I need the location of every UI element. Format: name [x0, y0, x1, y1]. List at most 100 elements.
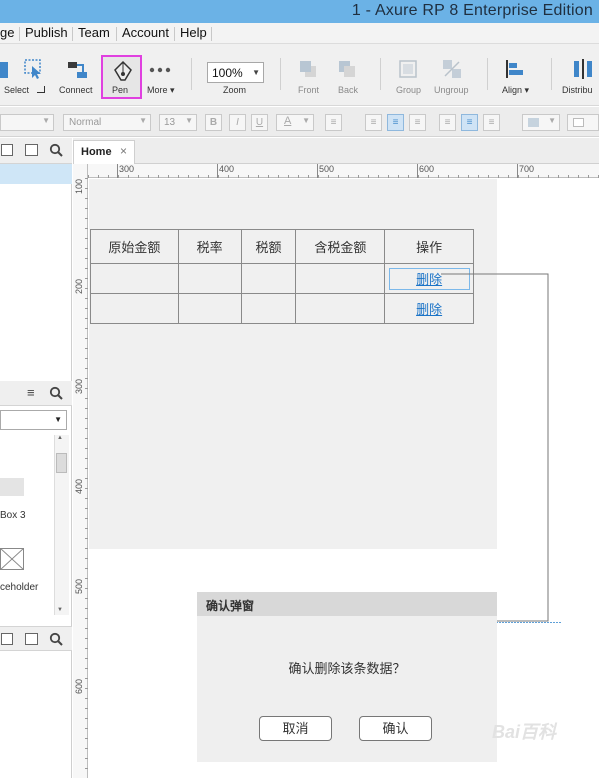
pen-button[interactable]: Pen	[101, 55, 142, 99]
font-family-select[interactable]: ▼	[0, 114, 54, 131]
front-button[interactable]	[297, 58, 319, 83]
font-size-value: 13	[164, 117, 176, 128]
font-color-icon: A	[284, 115, 292, 127]
search-icon[interactable]	[49, 143, 63, 157]
bullet-list-button[interactable]: ≡	[325, 114, 342, 131]
format-bar: ▼ Normal ▼ 13 ▼ B I U A ▼ ≡ ≡ ≡ ≡ ≡ ≡ ≡ …	[0, 107, 599, 137]
table-cell	[240, 263, 297, 294]
ruler-left-label: 600	[74, 678, 84, 694]
tab-home[interactable]: Home ×	[73, 140, 135, 164]
valign-middle-button[interactable]: ≡	[461, 114, 478, 131]
menu-team[interactable]: Team	[78, 25, 110, 40]
underline-button[interactable]: U	[251, 114, 268, 131]
table-cell	[177, 263, 242, 294]
confirm-button[interactable]: 确认	[359, 716, 432, 741]
left-panel: ≡ ▼ ▲ ▼ Box 3 ceholder	[0, 138, 72, 778]
library-widget-box[interactable]	[0, 478, 24, 496]
align-text-left-button[interactable]: ≡	[365, 114, 382, 131]
menu-bar: ge Publish Team Account Help	[0, 23, 599, 44]
ruler-top-ticks	[88, 175, 599, 178]
connect-icon	[68, 62, 87, 78]
add-folder-icon[interactable]	[25, 633, 38, 645]
menu-publish[interactable]: Publish	[25, 25, 68, 40]
search-icon[interactable]	[49, 632, 63, 646]
font-size-select[interactable]: 13 ▼	[159, 114, 197, 131]
more-label: More ▾	[147, 85, 175, 95]
zoom-select[interactable]: 100% ▼	[207, 62, 264, 83]
library-select[interactable]: ▼	[0, 410, 67, 430]
back-button[interactable]	[336, 58, 358, 83]
menu-separator	[116, 27, 117, 41]
ruler-major-tick	[317, 164, 318, 178]
fill-color-select[interactable]: ▼	[522, 114, 560, 131]
table-cell	[177, 293, 242, 324]
toolbar-separator	[487, 58, 488, 90]
style-select[interactable]: Normal ▼	[63, 114, 151, 131]
toolbar-separator	[380, 58, 381, 90]
font-color-select[interactable]: A ▼	[276, 114, 314, 131]
fill-color-swatch	[528, 118, 539, 127]
align-left-icon	[506, 60, 523, 78]
select-dropdown-icon[interactable]	[37, 86, 45, 93]
align-text-center-button[interactable]: ≡	[387, 114, 404, 131]
page-item-selected[interactable]	[0, 164, 72, 184]
menu-icon[interactable]: ≡	[27, 386, 35, 399]
ruler-major-tick	[517, 164, 518, 178]
italic-button[interactable]: I	[229, 114, 246, 131]
dialog-header: 确认弹窗	[197, 592, 497, 616]
add-folder-icon[interactable]	[25, 144, 38, 156]
add-page-icon[interactable]	[1, 144, 13, 156]
library-scrollbar[interactable]: ▲ ▼	[54, 435, 69, 615]
data-table[interactable]: 原始金额 税率 税额 含税金额 操作 删除 删除	[90, 229, 474, 324]
menu-separator	[19, 27, 20, 41]
confirm-dialog[interactable]: 确认弹窗 确认删除该条数据？ 取消 确认	[197, 592, 497, 762]
add-master-icon[interactable]	[1, 633, 13, 645]
scrollbar-thumb[interactable]	[56, 453, 67, 473]
ruler-major-tick	[417, 164, 418, 178]
select-icon	[24, 59, 41, 79]
scroll-down-icon[interactable]: ▼	[57, 607, 63, 613]
distribute-label: Distribu	[562, 85, 593, 95]
chevron-down-icon: ▼	[42, 116, 50, 125]
close-icon[interactable]: ×	[120, 144, 127, 158]
search-icon[interactable]	[49, 386, 63, 400]
group-button[interactable]	[397, 58, 419, 83]
toolbar-separator	[280, 58, 281, 90]
menu-account[interactable]: Account	[122, 25, 169, 40]
dialog-message: 确认删除该条数据？	[288, 661, 406, 676]
ruler-major-tick	[117, 164, 118, 178]
cancel-button[interactable]: 取消	[259, 716, 332, 741]
table-cell	[90, 263, 179, 294]
bold-button[interactable]: B	[205, 114, 222, 131]
image-placeholder-icon[interactable]	[0, 548, 24, 570]
more-button[interactable]	[149, 64, 171, 78]
ungroup-button[interactable]	[441, 58, 463, 83]
pages-panel-header	[0, 138, 72, 164]
library-item-placeholder[interactable]: ceholder	[0, 582, 38, 593]
align-text-right-button[interactable]: ≡	[409, 114, 426, 131]
chevron-down-icon: ▼	[548, 116, 556, 125]
connect-button[interactable]	[66, 58, 88, 83]
valign-bottom-button[interactable]: ≡	[483, 114, 500, 131]
select-button[interactable]	[22, 58, 44, 83]
shadow-select[interactable]	[567, 114, 599, 131]
distribute-button[interactable]	[572, 58, 599, 83]
menu-separator	[211, 27, 212, 41]
menu-help[interactable]: Help	[180, 25, 207, 40]
table-cell	[240, 293, 297, 324]
menu-page[interactable]: ge	[0, 25, 14, 40]
interaction-connector[interactable]	[439, 269, 564, 629]
connect-label: Connect	[59, 85, 93, 95]
ruler-top-label: 600	[419, 164, 435, 174]
ruler-top-label: 300	[119, 164, 135, 174]
distribute-icon	[574, 59, 592, 79]
library-item-box-3[interactable]: Box 3	[0, 510, 26, 521]
group-label: Group	[396, 85, 422, 95]
valign-top-button[interactable]: ≡	[439, 114, 456, 131]
scroll-up-icon[interactable]: ▲	[57, 435, 63, 441]
table-header-cell: 含税金额	[295, 229, 386, 264]
align-button[interactable]	[504, 58, 526, 83]
table-header-cell: 原始金额	[90, 229, 179, 264]
design-canvas[interactable]: 原始金额 税率 税额 含税金额 操作 删除 删除 确认弹窗 确认删除该条数据？ …	[89, 179, 599, 778]
ruler-top: 300 400 500 600 700	[88, 164, 599, 178]
